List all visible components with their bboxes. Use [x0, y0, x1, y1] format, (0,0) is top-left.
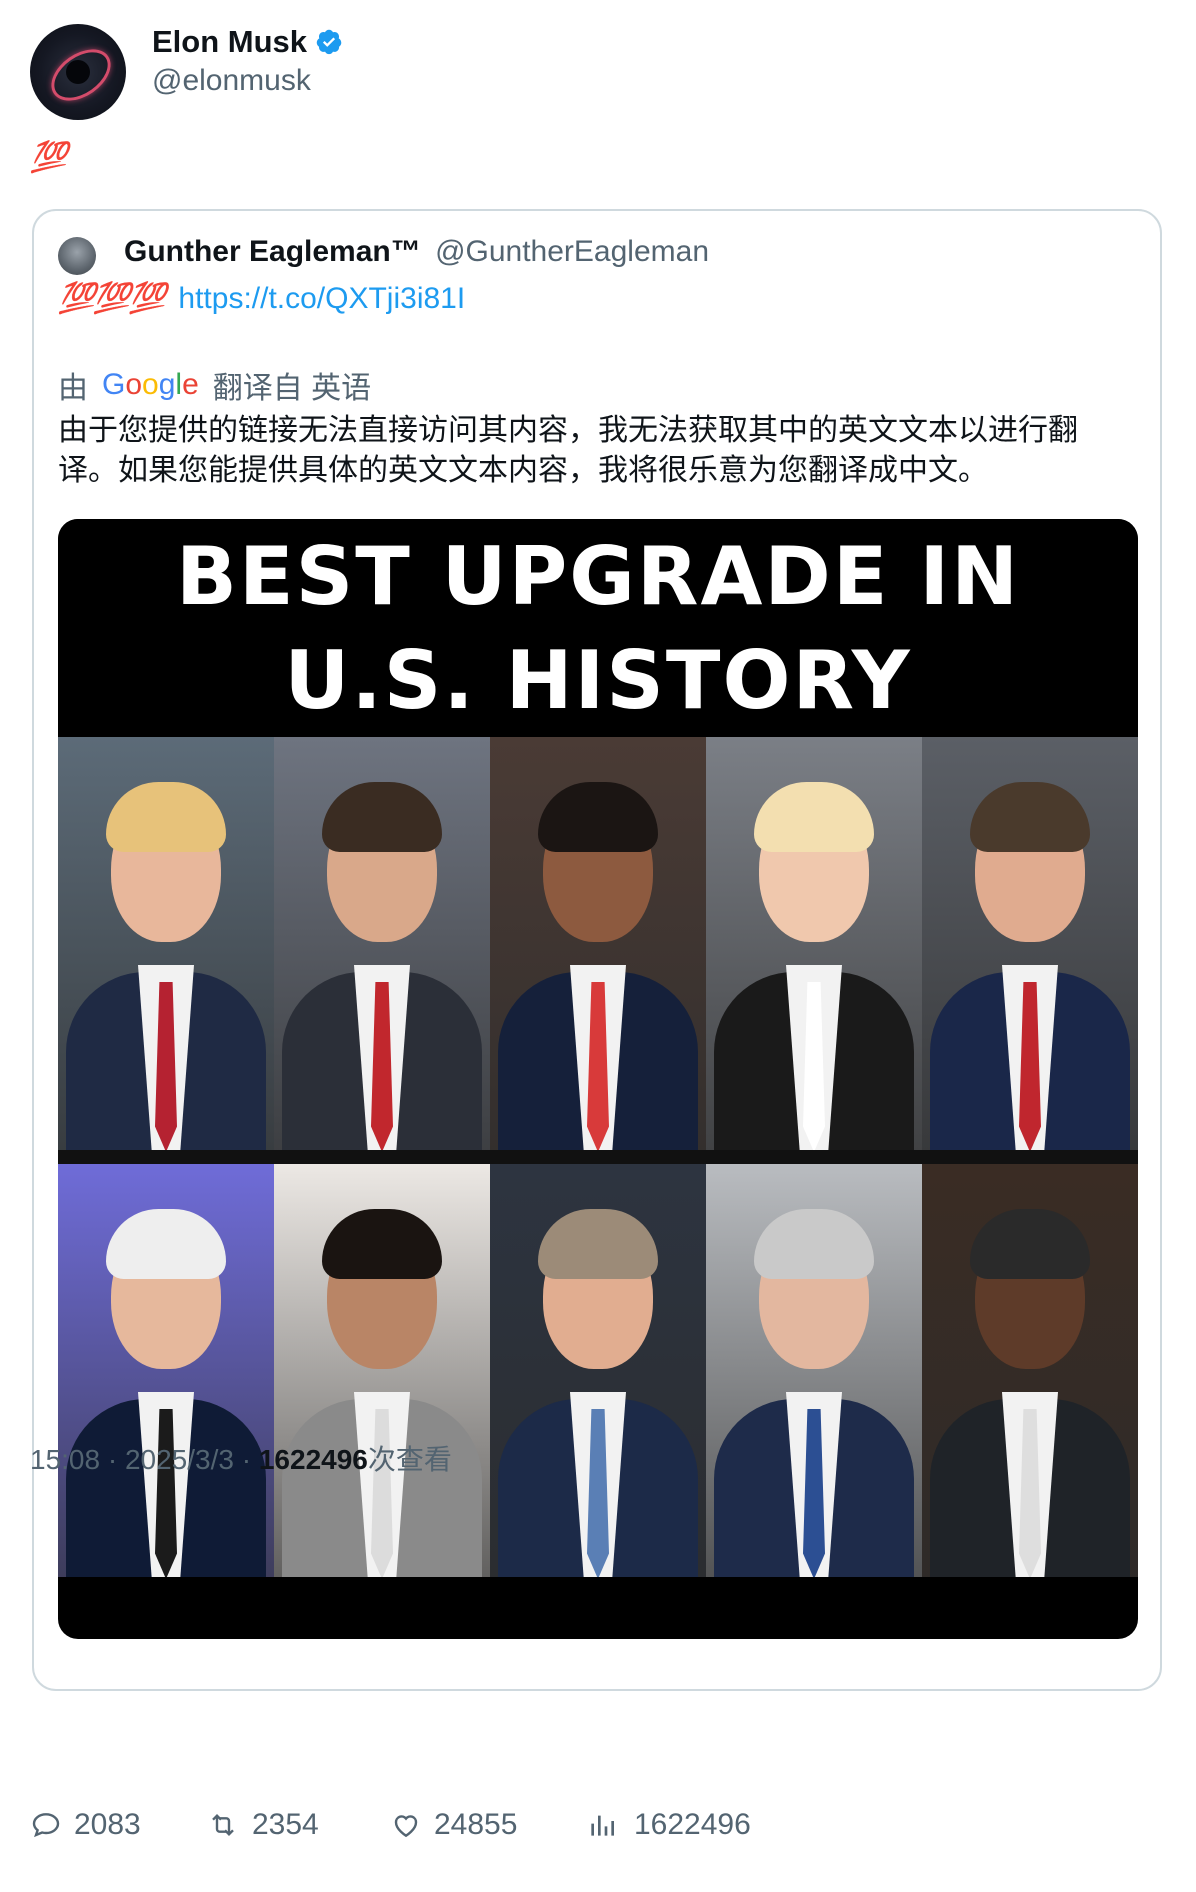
- media-headline-line1: BEST UPGRADE IN: [175, 530, 1021, 623]
- verified-badge-icon: [316, 29, 342, 55]
- like-button[interactable]: 24855: [390, 1808, 517, 1842]
- google-logo-letter-e: e: [182, 368, 199, 401]
- quoted-author-row: Gunther Eagleman™ @GuntherEagleman: [124, 235, 709, 269]
- meta-separator: ·: [100, 1444, 125, 1475]
- reply-count: 2083: [74, 1808, 141, 1841]
- portrait-photo: [490, 737, 706, 1150]
- retweet-icon: [212, 1813, 234, 1837]
- portrait-photo: [274, 1164, 490, 1577]
- translation-from-label: 翻译自 英语: [212, 372, 372, 405]
- portrait-photo: [922, 1164, 1138, 1577]
- tweet-header: Elon Musk @elonmusk: [30, 24, 1130, 120]
- retweet-button[interactable]: 2354: [206, 1808, 319, 1842]
- portrait-photo: [922, 737, 1138, 1150]
- views-action-count: 1622496: [634, 1808, 751, 1841]
- retweet-count: 2354: [252, 1808, 319, 1841]
- author-avatar[interactable]: [30, 24, 126, 120]
- avatar-core: [66, 60, 90, 84]
- google-logo: Google: [102, 368, 199, 402]
- portrait-photo: [58, 1164, 274, 1577]
- quoted-text-row: 💯💯💯 https://t.co/QXTji3i81I: [58, 281, 465, 316]
- tweet-meta: 15:08 · 2025/3/3 · 1622496次查看: [30, 1438, 452, 1478]
- reply-button[interactable]: 2083: [30, 1808, 141, 1842]
- google-logo-letter-g: G: [102, 368, 126, 401]
- media-headline-line2: U.S. HISTORY: [284, 634, 912, 727]
- quoted-emoji-text: 💯💯💯: [58, 282, 166, 315]
- reply-icon: [32, 1813, 60, 1838]
- heart-icon: [394, 1815, 418, 1838]
- quoted-link[interactable]: https://t.co/QXTji3i81I: [178, 282, 465, 315]
- quoted-author-avatar[interactable]: [58, 237, 96, 275]
- author-name[interactable]: Elon Musk: [152, 24, 307, 60]
- portrait-photo: [58, 737, 274, 1150]
- google-logo-letter-g2: g: [158, 368, 176, 401]
- action-bar: 2083 2354 24855 1622496: [30, 1808, 1130, 1852]
- portrait-grid: [58, 737, 1138, 1639]
- google-logo-letter-o1: o: [125, 368, 143, 401]
- tweet-date[interactable]: 2025/3/3: [125, 1444, 234, 1475]
- grid-divider: [58, 1150, 1138, 1164]
- tweet-time[interactable]: 15:08: [30, 1444, 100, 1475]
- portrait-photo: [490, 1164, 706, 1577]
- post-text: 💯: [30, 141, 67, 174]
- views-count: 1622496: [258, 1444, 368, 1475]
- translation-attribution: 由 Google 翻译自 英语: [58, 363, 371, 407]
- like-count: 24855: [434, 1808, 518, 1841]
- meta-separator: ·: [233, 1444, 259, 1475]
- portrait-photo: [706, 737, 922, 1150]
- author-name-row: Elon Musk: [152, 24, 343, 60]
- views-button[interactable]: 1622496: [586, 1808, 751, 1842]
- portrait-photo: [706, 1164, 922, 1577]
- media-headline: BEST UPGRADE IN U.S. HISTORY: [58, 519, 1138, 737]
- quoted-author-handle[interactable]: @GuntherEagleman: [435, 235, 709, 268]
- portrait-photo: [274, 737, 490, 1150]
- author-handle[interactable]: @elonmusk: [152, 64, 311, 98]
- views-label: 次查看: [367, 1444, 452, 1475]
- quoted-author-name[interactable]: Gunther Eagleman™: [124, 235, 421, 268]
- analytics-icon: [591, 1815, 614, 1836]
- translation-by-label: 由: [58, 372, 88, 405]
- translated-text: 由于您提供的链接无法直接访问其内容，我无法获取其中的英文文本以进行翻译。如果您能…: [58, 414, 1078, 487]
- google-logo-letter-o2: o: [142, 368, 159, 401]
